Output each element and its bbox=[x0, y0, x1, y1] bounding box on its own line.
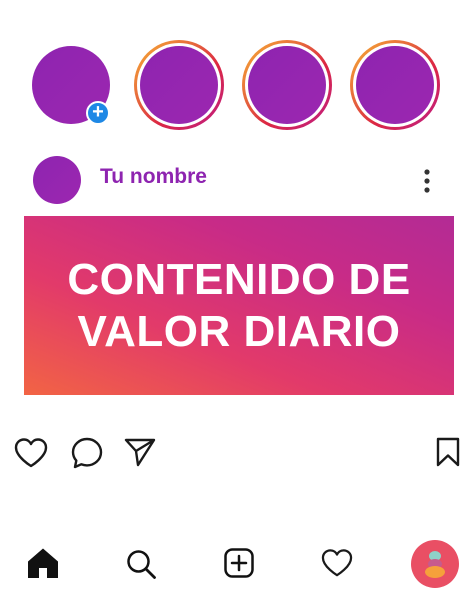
more-options-icon[interactable] bbox=[420, 168, 434, 194]
story-avatar[interactable] bbox=[242, 40, 332, 130]
search-icon[interactable] bbox=[125, 548, 157, 580]
comment-icon[interactable] bbox=[70, 436, 104, 470]
activity-icon[interactable] bbox=[320, 548, 354, 578]
post-image[interactable]: CONTENIDO DE VALOR DIARIO bbox=[24, 216, 454, 395]
post-author-avatar[interactable] bbox=[33, 156, 81, 204]
add-post-icon[interactable] bbox=[223, 547, 255, 579]
post-headline-line-1: CONTENIDO DE bbox=[67, 254, 411, 304]
post-headline-line-2: VALOR DIARIO bbox=[77, 306, 401, 356]
share-icon[interactable] bbox=[123, 436, 157, 468]
profile-illustration bbox=[425, 551, 445, 578]
add-story-button[interactable]: + bbox=[86, 101, 110, 125]
profile-icon[interactable] bbox=[411, 540, 459, 588]
story-avatar[interactable] bbox=[350, 40, 440, 130]
bookmark-icon[interactable] bbox=[435, 436, 461, 468]
story-avatar[interactable] bbox=[134, 40, 224, 130]
plus-icon: + bbox=[92, 101, 104, 123]
post-author-name[interactable]: Tu nombre bbox=[100, 165, 207, 189]
heart-icon[interactable] bbox=[13, 437, 49, 469]
home-icon[interactable] bbox=[26, 546, 60, 580]
